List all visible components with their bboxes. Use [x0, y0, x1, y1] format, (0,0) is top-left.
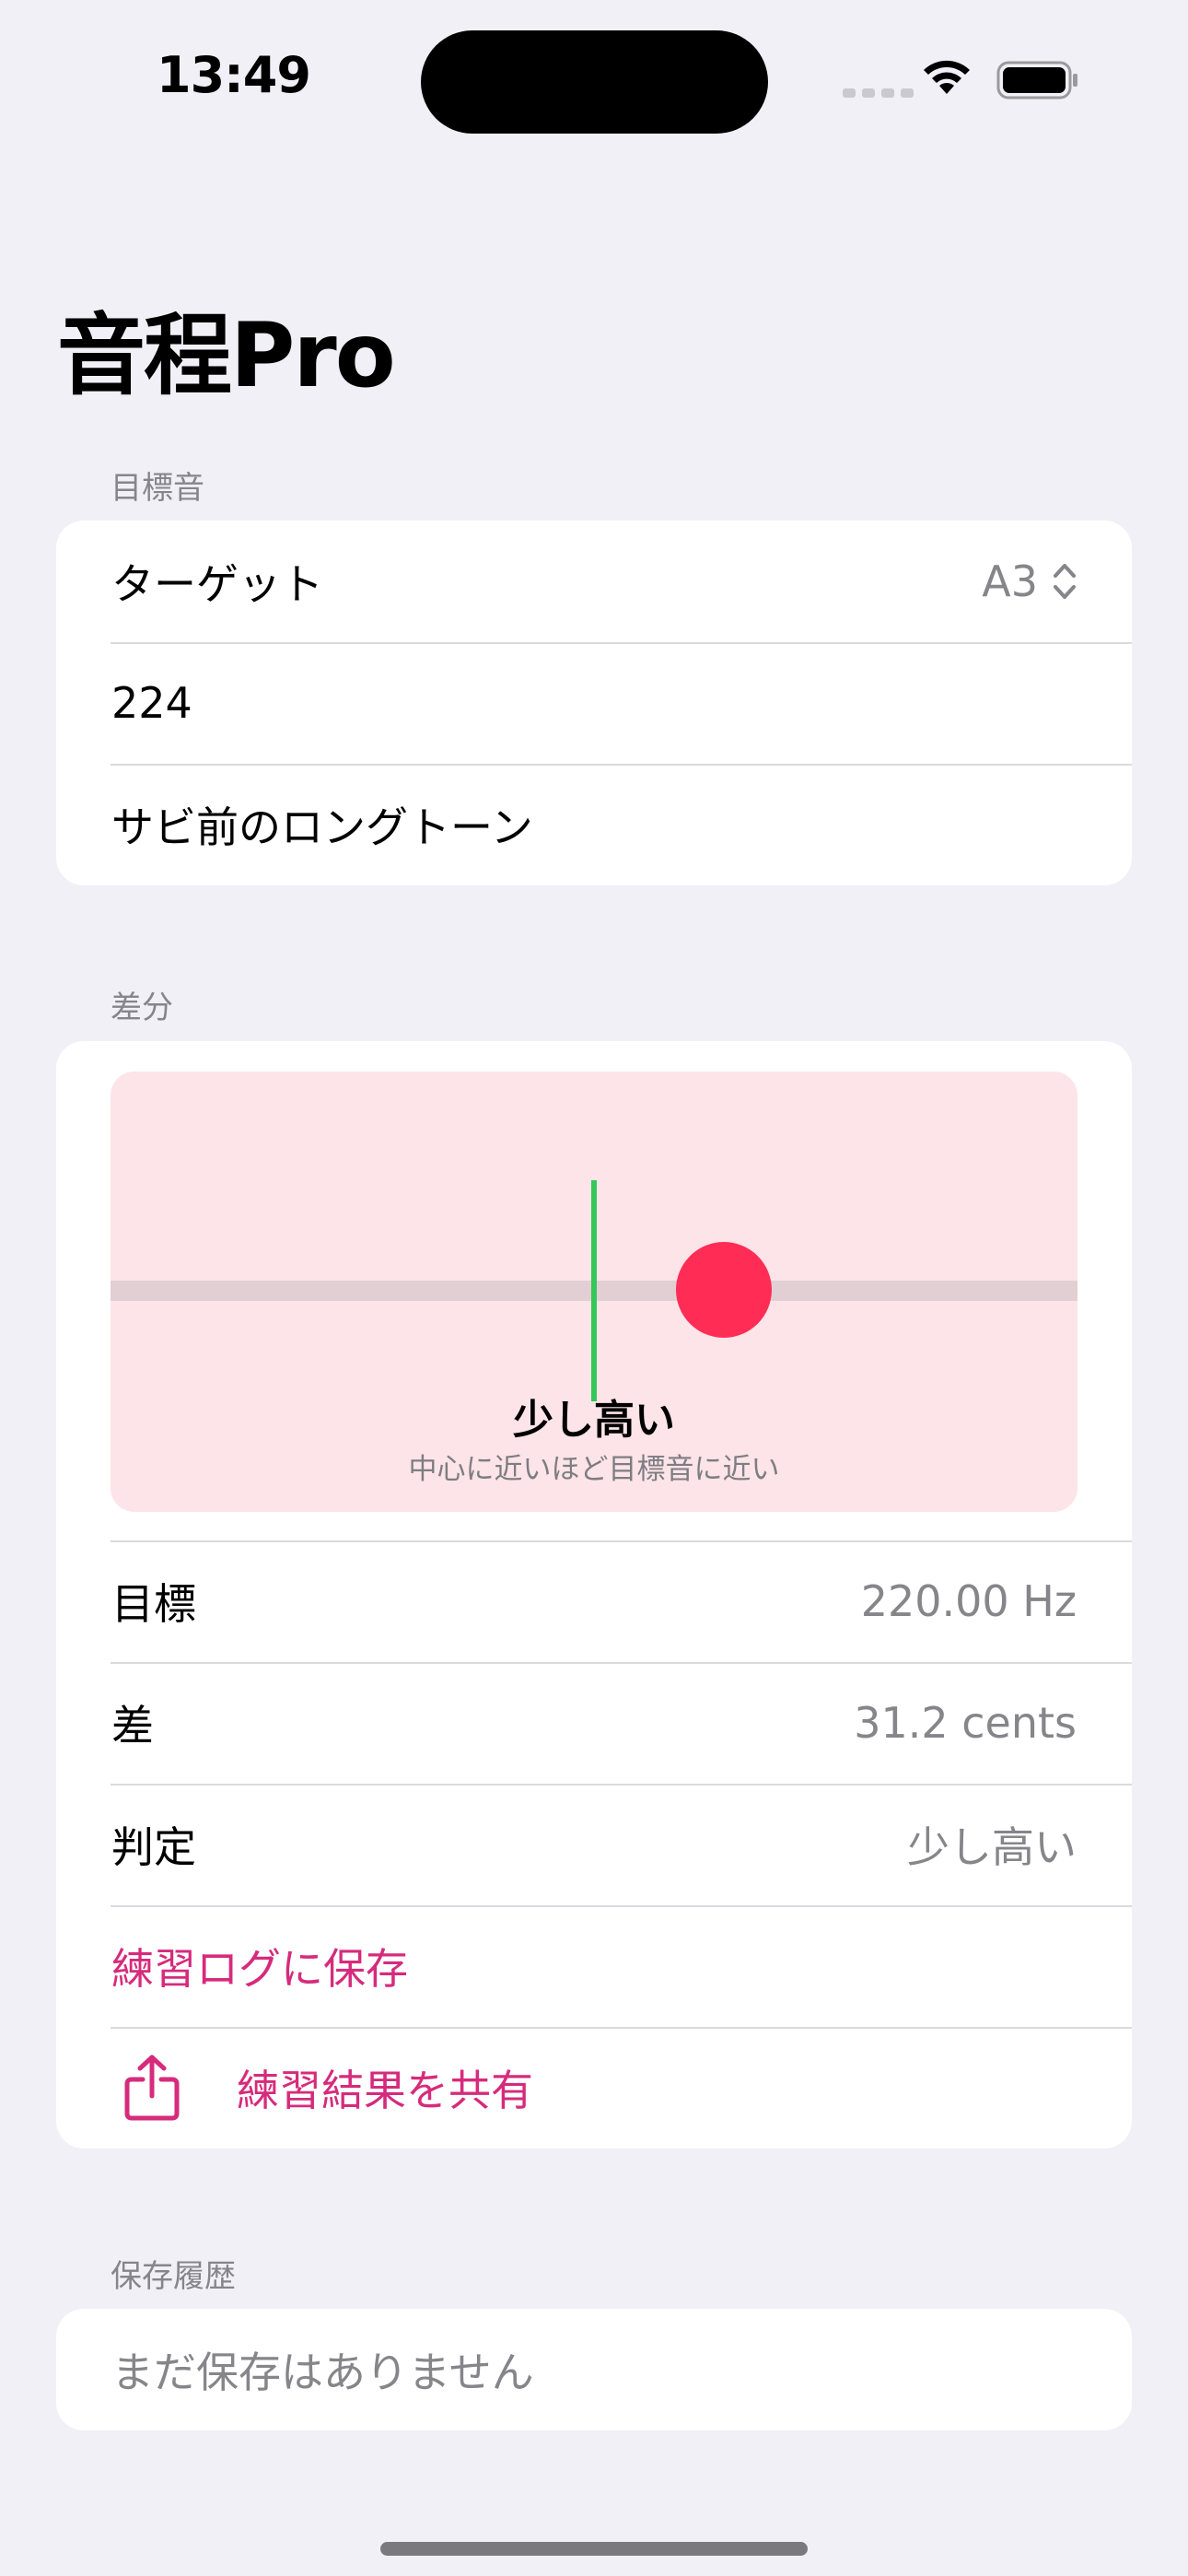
history-empty-text: まだ保存はありません: [111, 2348, 534, 2397]
row-label: 判定: [111, 1822, 196, 1872]
frequency-input[interactable]: 224: [111, 678, 192, 728]
section-header-target: 目標音: [111, 470, 204, 507]
cellular-signal-icon: [843, 88, 914, 98]
row-difference: 差 31.2 cents: [56, 1662, 1132, 1784]
diff-group: 少し高い 中心に近いほど目標音に近い 目標 220.00 Hz 差 31.2 c…: [56, 1041, 1132, 2149]
frequency-field[interactable]: 224: [56, 642, 1132, 764]
section-header-diff: 差分: [111, 989, 173, 1026]
target-picker[interactable]: A3: [982, 556, 1077, 606]
row-value: 31.2 cents: [854, 1698, 1077, 1748]
page-title: 音程Pro: [57, 304, 396, 407]
screen: 13:49 音程Pro 目標音 ターゲット A3 224 サビ前のロングトーン …: [0, 0, 1188, 2576]
save-log-button[interactable]: 練習ログに保存: [56, 1905, 1132, 2027]
battery-icon: [996, 61, 1077, 100]
note-field[interactable]: サビ前のロングトーン: [56, 764, 1132, 885]
home-indicator[interactable]: [380, 2542, 808, 2556]
chevron-up-down-icon: [1054, 564, 1076, 599]
verdict-label: 少し高い: [513, 1397, 675, 1444]
share-result-label: 練習結果を共有: [237, 2066, 533, 2115]
wifi-icon: [924, 60, 970, 94]
pitch-indicator-dot: [675, 1242, 772, 1338]
section-header-history: 保存履歴: [111, 2258, 236, 2295]
row-label: 目標: [111, 1579, 196, 1629]
target-group: ターゲット A3 224 サビ前のロングトーン: [56, 521, 1132, 885]
note-input[interactable]: サビ前のロングトーン: [111, 794, 533, 855]
pitch-visualizer-row: 少し高い 中心に近いほど目標音に近い: [56, 1041, 1132, 1540]
pitch-visualizer: 少し高い 中心に近いほど目標音に近い: [111, 1071, 1077, 1512]
row-value: 220.00 Hz: [860, 1576, 1077, 1626]
target-value: A3: [982, 556, 1038, 606]
share-result-button[interactable]: 練習結果を共有: [56, 2027, 1132, 2149]
share-icon: [124, 2055, 180, 2121]
status-time: 13:49: [157, 46, 311, 104]
target-picker-row[interactable]: ターゲット A3: [56, 521, 1132, 642]
row-label: 差: [111, 1701, 154, 1751]
history-empty-row: まだ保存はありません: [56, 2309, 1132, 2430]
visualizer-hint: 中心に近いほど目標音に近い: [408, 1453, 780, 1486]
save-log-label: 練習ログに保存: [111, 1944, 408, 1994]
row-value: 少し高い: [907, 1822, 1077, 1872]
target-label: ターゲット: [111, 559, 323, 609]
dynamic-island: [421, 30, 768, 134]
target-center-line: [591, 1180, 597, 1401]
history-group: まだ保存はありません: [56, 2309, 1132, 2430]
row-verdict: 判定 少し高い: [56, 1784, 1132, 1905]
row-target-frequency: 目標 220.00 Hz: [56, 1540, 1132, 1662]
